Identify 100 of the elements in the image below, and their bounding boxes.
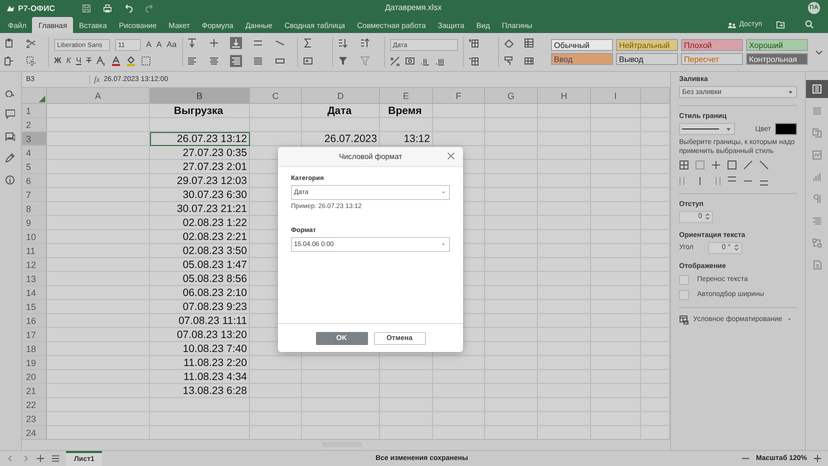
cell-style[interactable]: Нейтральный: [616, 39, 678, 51]
align-bottom-icon[interactable]: [230, 37, 242, 49]
search-icon[interactable]: [805, 20, 814, 29]
font-size-button[interactable]: A: [146, 40, 152, 49]
border-icon[interactable]: [743, 160, 754, 170]
font-size-button[interactable]: A: [156, 40, 162, 49]
sidebar-tab[interactable]: [806, 80, 828, 98]
column-header[interactable]: D: [302, 88, 380, 104]
cell-style[interactable]: Плохой: [681, 39, 744, 51]
function-icon[interactable]: [302, 56, 313, 66]
column-header[interactable]: A: [46, 88, 150, 104]
cell-style[interactable]: Хороший: [746, 39, 808, 51]
subscript-icon[interactable]: [96, 56, 106, 66]
align-top-icon[interactable]: [187, 38, 198, 48]
save-icon[interactable]: [82, 4, 91, 12]
column-header[interactable]: B: [150, 88, 250, 104]
sort-descending-icon[interactable]: [360, 38, 370, 48]
cell-style[interactable]: Ввод: [551, 53, 614, 65]
cell-style[interactable]: Контрольная: [746, 53, 808, 65]
column-header[interactable]: I: [590, 88, 641, 104]
align-right-icon[interactable]: [230, 55, 242, 67]
row-header[interactable]: 12: [22, 258, 47, 272]
zoom-in-icon[interactable]: [813, 454, 822, 463]
row-header[interactable]: 18: [22, 342, 47, 356]
row-header[interactable]: 3: [22, 132, 47, 146]
border-icon[interactable]: [711, 160, 722, 170]
row-header[interactable]: 4: [22, 146, 47, 160]
row-header[interactable]: 16: [22, 314, 47, 328]
sort-ascending-icon[interactable]: [338, 38, 348, 48]
row-header[interactable]: 21: [22, 384, 47, 398]
filter-icon[interactable]: [338, 56, 348, 66]
checkbox[interactable]: [679, 274, 690, 285]
cell-style[interactable]: Вывод: [616, 53, 678, 65]
merge-center-icon[interactable]: [275, 56, 286, 66]
row-header[interactable]: 1: [22, 104, 47, 118]
format-button[interactable]: Ж: [54, 56, 62, 65]
borders-icon[interactable]: [141, 56, 152, 66]
undo-icon[interactable]: [124, 4, 133, 12]
column-header[interactable]: C: [250, 88, 302, 104]
row-header[interactable]: 24: [22, 426, 47, 439]
paste-icon[interactable]: [4, 38, 14, 48]
row-header[interactable]: 2: [22, 118, 47, 132]
row-header[interactable]: 8: [22, 202, 47, 216]
format-table-icon[interactable]: [524, 38, 534, 48]
row-header[interactable]: 7: [22, 188, 47, 202]
row-header[interactable]: 15: [22, 300, 47, 314]
row-header[interactable]: 11: [22, 244, 47, 258]
info-icon[interactable]: [5, 175, 16, 185]
column-header[interactable]: F: [432, 88, 485, 104]
paint-roller-icon[interactable]: [504, 56, 514, 66]
border-icon[interactable]: [679, 160, 690, 170]
currency-icon[interactable]: [404, 56, 415, 66]
print-icon[interactable]: [103, 4, 112, 12]
row-header[interactable]: 5: [22, 160, 47, 174]
insert-cells-icon[interactable]: [468, 38, 479, 48]
column-header[interactable]: H: [538, 88, 591, 104]
orientation-icon[interactable]: [275, 38, 286, 48]
scissors-icon[interactable]: [26, 38, 36, 48]
select-icon[interactable]: [26, 56, 36, 66]
checkbox[interactable]: [679, 290, 690, 300]
align-left-icon[interactable]: [187, 56, 198, 66]
cell-style[interactable]: Пересчет: [681, 53, 744, 65]
chat-icon[interactable]: [5, 131, 16, 141]
column-header[interactable]: E: [380, 88, 433, 104]
add-sheet-icon[interactable]: [36, 454, 45, 463]
clipboard-icon[interactable]: [4, 56, 14, 66]
color-picker[interactable]: [774, 123, 797, 135]
delete-cells-icon[interactable]: [468, 56, 479, 66]
comment-icon[interactable]: [5, 109, 16, 119]
justify-icon[interactable]: [253, 56, 264, 66]
menu-icon[interactable]: [51, 454, 60, 463]
format-button[interactable]: Ч: [76, 56, 82, 65]
row-header[interactable]: 19: [22, 356, 47, 370]
row-header[interactable]: 13: [22, 272, 47, 286]
column-header[interactable]: G: [484, 88, 538, 104]
row-header[interactable]: 23: [22, 412, 47, 426]
function-label[interactable]: fx: [88, 75, 104, 84]
row-header[interactable]: 6: [22, 174, 47, 188]
row-header[interactable]: 22: [22, 398, 47, 412]
eraser-icon[interactable]: [504, 38, 514, 48]
pencil-icon[interactable]: [5, 153, 16, 163]
align-center-icon[interactable]: [209, 56, 220, 66]
close-icon[interactable]: [447, 152, 455, 160]
row-header[interactable]: 9: [22, 216, 47, 230]
row-header[interactable]: 14: [22, 286, 47, 300]
table-icon[interactable]: [524, 56, 534, 66]
row-header[interactable]: 10: [22, 230, 47, 244]
cell-style[interactable]: Обычный: [551, 39, 614, 51]
border-icon[interactable]: [759, 160, 770, 170]
border-icon[interactable]: [727, 160, 738, 170]
align-middle-icon[interactable]: [209, 38, 220, 48]
conditional-format-icon[interactable]: [679, 314, 690, 325]
sum-icon[interactable]: [302, 38, 313, 48]
row-header[interactable]: 20: [22, 370, 47, 384]
font-size-button[interactable]: Aa: [166, 40, 177, 49]
row-header[interactable]: 17: [22, 328, 47, 342]
folder-icon[interactable]: [776, 20, 785, 29]
format-button[interactable]: К: [66, 56, 72, 65]
format-button[interactable]: Т: [86, 56, 92, 65]
fill-color-icon[interactable]: [126, 56, 136, 66]
